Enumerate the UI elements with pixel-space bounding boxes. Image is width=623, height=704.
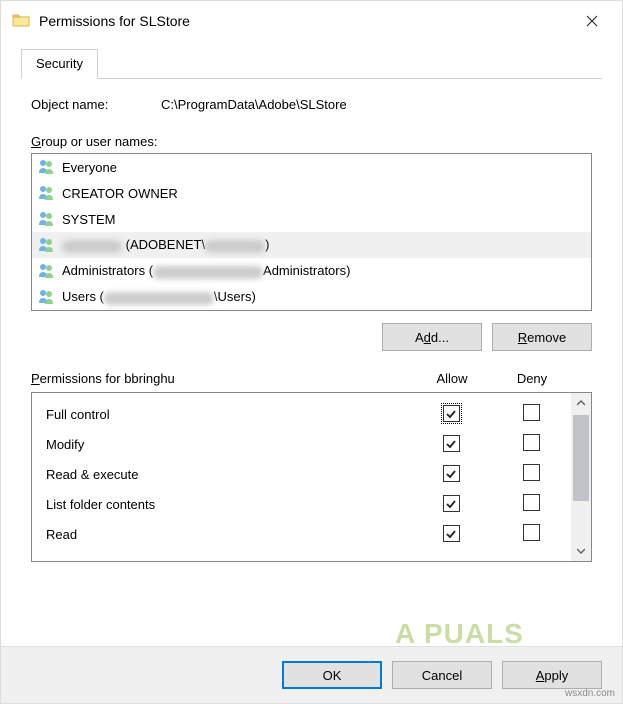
permission-name: List folder contents	[46, 497, 411, 512]
permission-row: Read & execute	[32, 459, 571, 489]
users-icon	[38, 236, 56, 255]
dialog-body: Security Object name: C:\ProgramData\Ado…	[1, 41, 622, 646]
folder-icon	[11, 10, 31, 33]
cancel-button[interactable]: Cancel	[392, 661, 492, 689]
scroll-down-icon[interactable]	[571, 541, 591, 561]
list-item[interactable]: Everyone	[32, 154, 591, 180]
permissions-header: Permissions for bbringhu Allow Deny	[31, 371, 592, 386]
object-name-row: Object name: C:\ProgramData\Adobe\SLStor…	[31, 97, 592, 112]
users-icon	[38, 158, 56, 177]
checkbox[interactable]	[523, 464, 540, 481]
scrollbar[interactable]	[571, 393, 591, 561]
checkbox[interactable]	[443, 405, 460, 422]
window-title: Permissions for SLStore	[39, 13, 568, 29]
object-name-value: C:\ProgramData\Adobe\SLStore	[161, 97, 347, 112]
list-item[interactable]: Users (\Users)	[32, 284, 591, 310]
users-icon	[38, 184, 56, 203]
users-icon	[38, 210, 56, 229]
group-user-list[interactable]: EveryoneCREATOR OWNERSYSTEM (ADOBENET\)A…	[31, 153, 592, 311]
deny-header: Deny	[492, 371, 572, 386]
add-button[interactable]: Add...	[382, 323, 482, 351]
list-item[interactable]: SYSTEM	[32, 206, 591, 232]
title-bar: Permissions for SLStore	[1, 1, 622, 41]
ok-button[interactable]: OK	[282, 661, 382, 689]
close-button[interactable]	[568, 5, 616, 37]
permission-row: Read	[32, 519, 571, 549]
checkbox[interactable]	[523, 494, 540, 511]
scroll-track[interactable]	[571, 413, 591, 541]
group-user-label: Group or user names:	[31, 134, 592, 149]
permission-name: Full control	[46, 407, 411, 422]
users-icon	[38, 288, 56, 307]
checkbox[interactable]	[523, 524, 540, 541]
tab-security[interactable]: Security	[21, 49, 98, 79]
checkbox[interactable]	[443, 525, 460, 542]
permission-name: Read & execute	[46, 467, 411, 482]
checkbox[interactable]	[443, 465, 460, 482]
checkbox[interactable]	[523, 434, 540, 451]
bottom-button-bar: OK Cancel Apply	[1, 646, 622, 703]
scroll-thumb[interactable]	[573, 415, 589, 501]
list-item[interactable]: Administrators (Administrators)	[32, 258, 591, 284]
checkbox[interactable]	[443, 435, 460, 452]
allow-header: Allow	[412, 371, 492, 386]
permission-row: Modify	[32, 429, 571, 459]
list-item[interactable]: (ADOBENET\)	[32, 232, 591, 258]
remove-button[interactable]: Remove	[492, 323, 592, 351]
group-buttons: Add... Remove	[31, 323, 592, 351]
permission-name: Read	[46, 527, 411, 542]
permission-row: Full control	[32, 399, 571, 429]
tab-bar: Security	[21, 49, 602, 79]
checkbox[interactable]	[523, 404, 540, 421]
object-name-label: Object name:	[31, 97, 161, 112]
permission-name: Modify	[46, 437, 411, 452]
users-icon	[38, 262, 56, 281]
permissions-dialog: Permissions for SLStore Security Object …	[0, 0, 623, 704]
checkbox[interactable]	[443, 495, 460, 512]
apply-button[interactable]: Apply	[502, 661, 602, 689]
permissions-list: Full control Modify Read & execute List fol…	[31, 392, 592, 562]
scroll-up-icon[interactable]	[571, 393, 591, 413]
list-item[interactable]: CREATOR OWNER	[32, 180, 591, 206]
permission-row: List folder contents	[32, 489, 571, 519]
